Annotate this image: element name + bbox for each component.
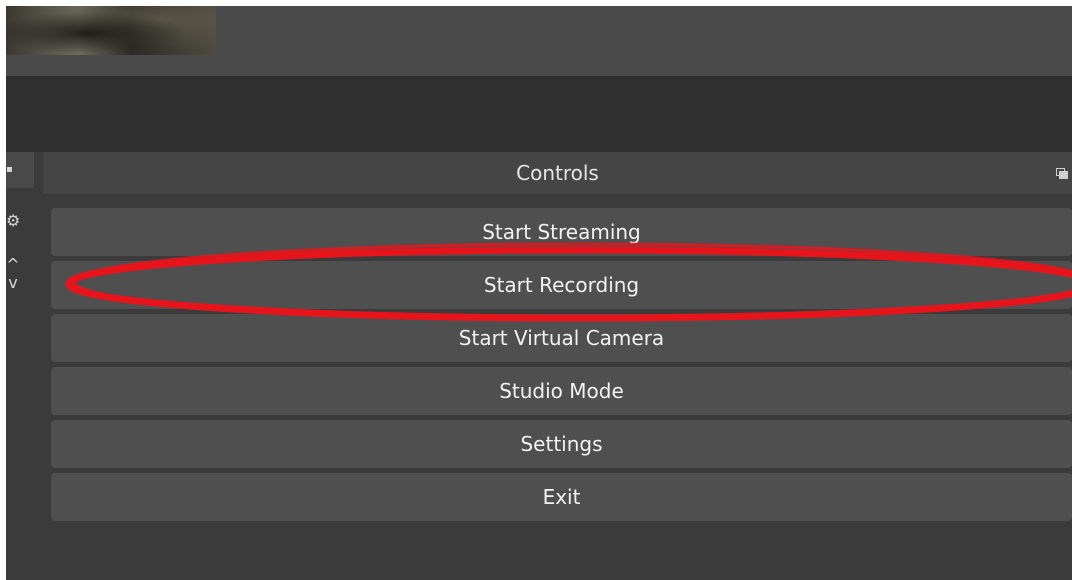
left-dock-tools: ⚙ ^ v: [6, 210, 24, 310]
preview-thumbnail: [6, 6, 216, 55]
gear-icon[interactable]: ⚙: [6, 210, 20, 232]
preview-area: [6, 6, 1072, 76]
controls-titlebar: Controls: [43, 152, 1072, 194]
chevron-down-icon[interactable]: v: [6, 272, 20, 294]
start-virtual-camera-button[interactable]: Start Virtual Camera: [51, 314, 1072, 362]
float-window-icon[interactable]: ▪: [6, 165, 14, 175]
exit-button[interactable]: Exit: [51, 473, 1072, 521]
app-window: ▪ ⚙ ^ v Controls Start Streaming Start R…: [6, 6, 1072, 580]
float-window-icon[interactable]: [1056, 168, 1068, 180]
start-recording-button[interactable]: Start Recording: [51, 261, 1072, 309]
left-dock-panel: ▪ ⚙ ^ v: [6, 152, 36, 580]
controls-title: Controls: [516, 161, 599, 185]
left-dock-titlebar: ▪: [6, 152, 34, 188]
controls-dock: Controls Start Streaming Start Recording…: [43, 152, 1072, 580]
dock-separator: [6, 76, 1072, 152]
start-streaming-button[interactable]: Start Streaming: [51, 208, 1072, 256]
float-icon-square-front: [1059, 171, 1068, 179]
settings-button[interactable]: Settings: [51, 420, 1072, 468]
studio-mode-button[interactable]: Studio Mode: [51, 367, 1072, 415]
